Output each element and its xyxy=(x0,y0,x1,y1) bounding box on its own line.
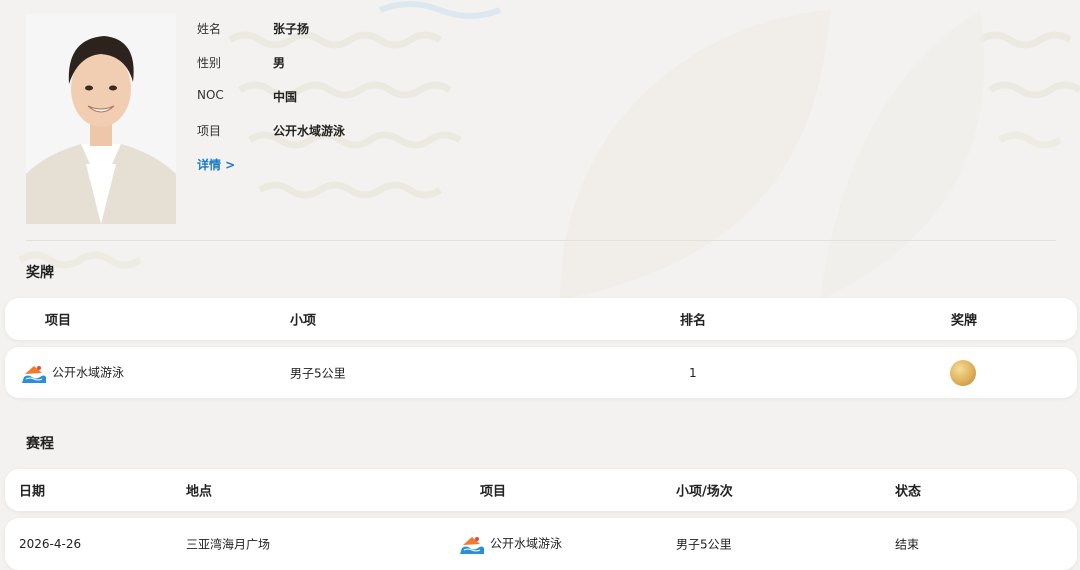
schedule-header-sub-event: 小项/场次 xyxy=(676,484,733,500)
athlete-portrait-image xyxy=(26,14,176,224)
gender-label: 性别 xyxy=(197,56,222,70)
gender-value: 男 xyxy=(273,56,286,70)
medals-section-title: 奖牌 xyxy=(26,265,54,281)
medals-header-medal: 奖牌 xyxy=(951,313,978,329)
medals-header-sub-event: 小项 xyxy=(290,313,317,329)
schedule-header-event: 项目 xyxy=(480,484,507,500)
open-water-swimming-icon xyxy=(460,537,484,554)
schedule-table-header: 日期 地点 项目 小项/场次 状态 xyxy=(5,469,1077,511)
medal-row-event-text: 公开水域游泳 xyxy=(52,365,125,379)
open-water-swimming-icon xyxy=(22,365,46,383)
details-link[interactable]: 详情 > xyxy=(197,156,235,173)
medals-header-event: 项目 xyxy=(45,313,72,329)
medal-row-rank: 1 xyxy=(689,365,697,380)
medals-table-row[interactable]: 公开水域游泳 男子5公里 1 xyxy=(5,347,1077,398)
name-value: 张子扬 xyxy=(273,22,310,36)
medals-table-header: 项目 小项 排名 奖牌 xyxy=(5,298,1077,340)
sport-value: 公开水域游泳 xyxy=(273,124,346,138)
medal-row-event: 公开水域游泳 xyxy=(22,363,124,383)
sport-label: 项目 xyxy=(197,124,222,138)
medals-header-rank: 排名 xyxy=(680,313,707,329)
schedule-table-row[interactable]: 2026-4-26 三亚湾海月广场 公开水域游泳 男子5公里 结束 xyxy=(5,518,1077,570)
schedule-row-status: 结束 xyxy=(895,537,920,552)
schedule-row-event: 公开水域游泳 xyxy=(460,534,562,554)
schedule-section-title: 赛程 xyxy=(26,436,54,452)
medal-row-sub-event: 男子5公里 xyxy=(290,366,346,380)
noc-label: NOC xyxy=(197,88,224,102)
name-label: 姓名 xyxy=(197,22,222,36)
schedule-header-date: 日期 xyxy=(19,484,46,500)
schedule-header-status: 状态 xyxy=(895,484,922,500)
schedule-row-date: 2026-4-26 xyxy=(19,537,82,551)
schedule-row-sub-event: 男子5公里 xyxy=(676,537,732,552)
section-divider xyxy=(26,240,1056,241)
schedule-row-event-text: 公开水域游泳 xyxy=(490,536,563,551)
schedule-header-venue: 地点 xyxy=(186,484,213,500)
gold-medal-icon xyxy=(950,359,976,386)
noc-value: 中国 xyxy=(273,90,298,104)
schedule-row-venue: 三亚湾海月广场 xyxy=(186,537,271,552)
athlete-photo xyxy=(26,14,176,224)
